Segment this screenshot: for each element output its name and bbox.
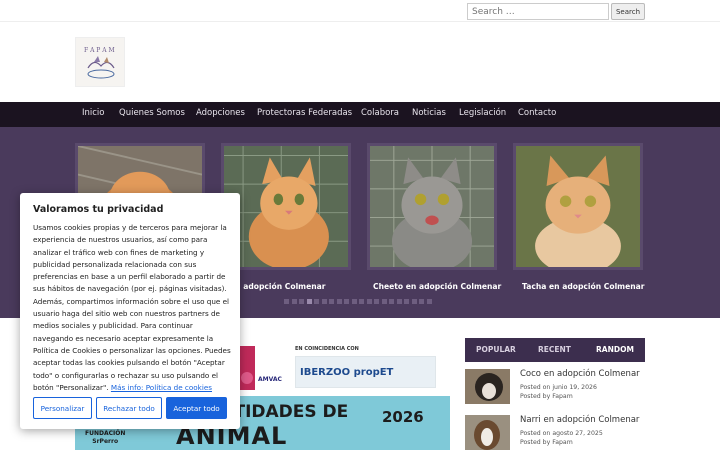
slider-dot[interactable] [419,299,424,304]
slider-dot[interactable] [426,299,432,304]
slider-dot[interactable] [299,299,304,304]
site-logo[interactable]: F A P A M [75,37,125,87]
cat-photo [224,146,348,267]
slide-caption-4[interactable]: Tacha en adopción Colmenar [522,282,645,291]
post-date: Posted on agosto 27, 2025 [520,430,603,437]
nav-item-adopciones[interactable]: Adopciones [196,108,245,118]
nav-item-protectoras[interactable]: Protectoras Federadas [257,108,352,118]
customize-button[interactable]: Personalizar [33,397,92,419]
amvac-label: AMVAC [258,376,282,383]
post-title[interactable]: Coco en adopción Colmenar [520,369,640,379]
tab-recent[interactable]: RECENT [538,345,571,354]
nav-item-legislacion[interactable]: Legislación [459,108,506,118]
post-title[interactable]: Narri en adopción Colmenar [520,415,639,425]
slider-dot[interactable] [374,299,379,304]
iberzoo-label: IBERZOO propET [300,367,394,378]
slider-dot[interactable] [366,299,372,304]
nav-item-noticias[interactable]: Noticias [412,108,446,118]
slider-dot[interactable] [321,299,327,304]
banner-year: 2026 [382,408,424,426]
slider-dot[interactable] [411,299,417,304]
search-input[interactable] [467,3,609,20]
slider-dot[interactable] [336,299,342,304]
post-date: Posted on junio 19, 2026 [520,384,597,391]
slider-dot[interactable] [329,299,334,304]
accept-all-button[interactable]: Aceptar todo [166,397,227,419]
search-button[interactable]: Search [611,3,645,20]
tab-popular[interactable]: POPULAR [476,345,516,354]
slider-dot[interactable] [404,299,409,304]
slider-dot[interactable] [389,299,394,304]
nav-item-colabora[interactable]: Colabora [361,108,399,118]
slider-dot[interactable] [314,299,319,304]
post-thumbnail[interactable] [465,415,510,450]
post-author: Posted by Fapam [520,439,573,446]
slide-caption-2[interactable]: en adopción Colmenar [230,282,326,291]
tab-random[interactable]: RANDOM [596,345,634,354]
reject-all-button[interactable]: Rechazar todo [96,397,162,419]
cookie-policy-link[interactable]: Más info: Política de cookies [111,383,212,392]
cat-photo [370,146,494,267]
cookie-body: Usamos cookies propias y de terceros par… [33,222,233,394]
slider-dot[interactable] [306,299,312,304]
cookie-text: Usamos cookies propias y de terceros par… [33,223,231,392]
slider-dot[interactable] [359,299,364,304]
cookie-title: Valoramos tu privacidad [33,204,164,215]
slider-dot[interactable] [381,299,387,304]
cookie-consent-dialog: Valoramos tu privacidad Usamos cookies p… [20,193,240,429]
amvac-icon [239,346,285,390]
slider-dot[interactable] [284,299,289,304]
top-bar: Search [0,0,720,22]
dog-photo [465,415,510,450]
slide-3[interactable] [367,143,497,270]
site-header: F A P A M [0,22,720,102]
coincidencia-label: EN COINCIDENCIA CON [295,346,359,352]
main-nav: Inicio Quienes Somos Adopciones Protecto… [0,102,720,127]
nav-item-quienes-somos[interactable]: Quienes Somos [119,108,185,118]
slide-2[interactable] [221,143,351,270]
dog-photo [465,369,510,404]
nav-item-inicio[interactable]: Inicio [82,108,105,118]
nav-item-contacto[interactable]: Contacto [518,108,556,118]
slide-caption-3[interactable]: Cheeto en adopción Colmenar [373,282,501,291]
banner-org: FUNDACIÓN SrPerro [85,430,126,445]
cat-photo [516,146,640,267]
slider-dot[interactable] [291,299,297,304]
slide-4[interactable] [513,143,643,270]
slider-dot[interactable] [351,299,357,304]
post-author: Posted by Fapam [520,393,573,400]
slider-dot[interactable] [344,299,349,304]
sidebar-tabs: POPULAR RECENT RANDOM [465,338,645,362]
svg-text:F A P A M: F A P A M [84,47,115,54]
amvac-logo [239,346,287,390]
post-thumbnail[interactable] [465,369,510,404]
logo-icon: F A P A M [84,47,115,79]
slider-dot[interactable] [396,299,402,304]
